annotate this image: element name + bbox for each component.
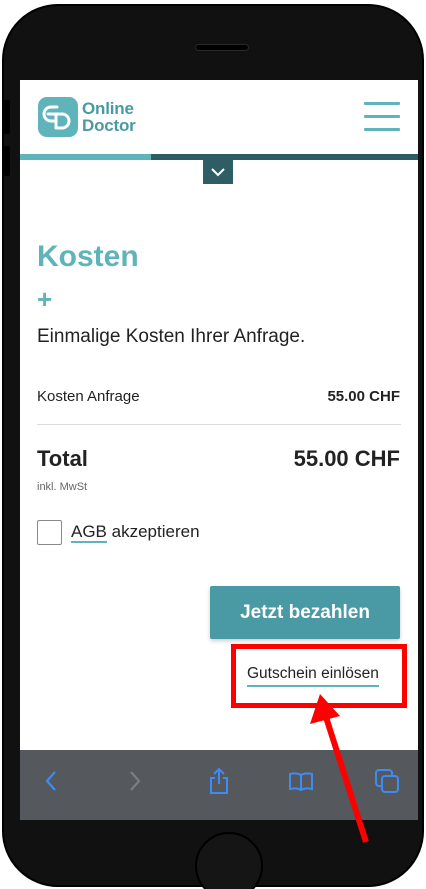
plus-decoration: + [37, 284, 53, 314]
progress-fill [20, 154, 152, 160]
site-header: Online Doctor [20, 80, 418, 154]
logo-line-2: Doctor [82, 116, 136, 135]
online-doctor-logo[interactable]: Online Doctor [37, 96, 136, 138]
pay-now-button[interactable]: Jetzt bezahlen [210, 586, 400, 639]
side-button [4, 100, 10, 134]
collapse-toggle-button[interactable] [203, 160, 233, 184]
forward-icon[interactable] [120, 766, 150, 796]
logo-mark-icon [38, 97, 78, 137]
agb-label: AGB akzeptieren [71, 522, 200, 543]
back-icon[interactable] [36, 766, 66, 796]
home-button[interactable] [195, 832, 263, 889]
total-value: 55.00 CHF [293, 446, 400, 471]
hamburger-menu-icon[interactable] [364, 102, 400, 132]
page-subtitle: Einmalige Kosten Ihrer Anfrage. [37, 326, 306, 347]
agb-checkbox[interactable] [37, 520, 62, 545]
agb-link[interactable]: AGB [71, 522, 107, 543]
cost-row-label: Kosten Anfrage [37, 388, 140, 405]
chevron-down-icon [211, 168, 225, 177]
total-label: Total [37, 446, 88, 471]
annotation-arrow-icon [310, 694, 369, 843]
vat-note: inkl. MwSt [37, 481, 88, 493]
speaker-grille [195, 44, 249, 51]
divider [37, 424, 401, 425]
side-button [4, 146, 10, 176]
logo-line-1: Online [82, 99, 134, 118]
cost-row-value: 55.00 CHF [327, 388, 400, 405]
agb-label-text: akzeptieren [106, 522, 200, 541]
logo-wordmark: Online Doctor [82, 100, 136, 134]
share-icon[interactable] [204, 766, 234, 796]
page-title: Kosten [37, 240, 139, 273]
